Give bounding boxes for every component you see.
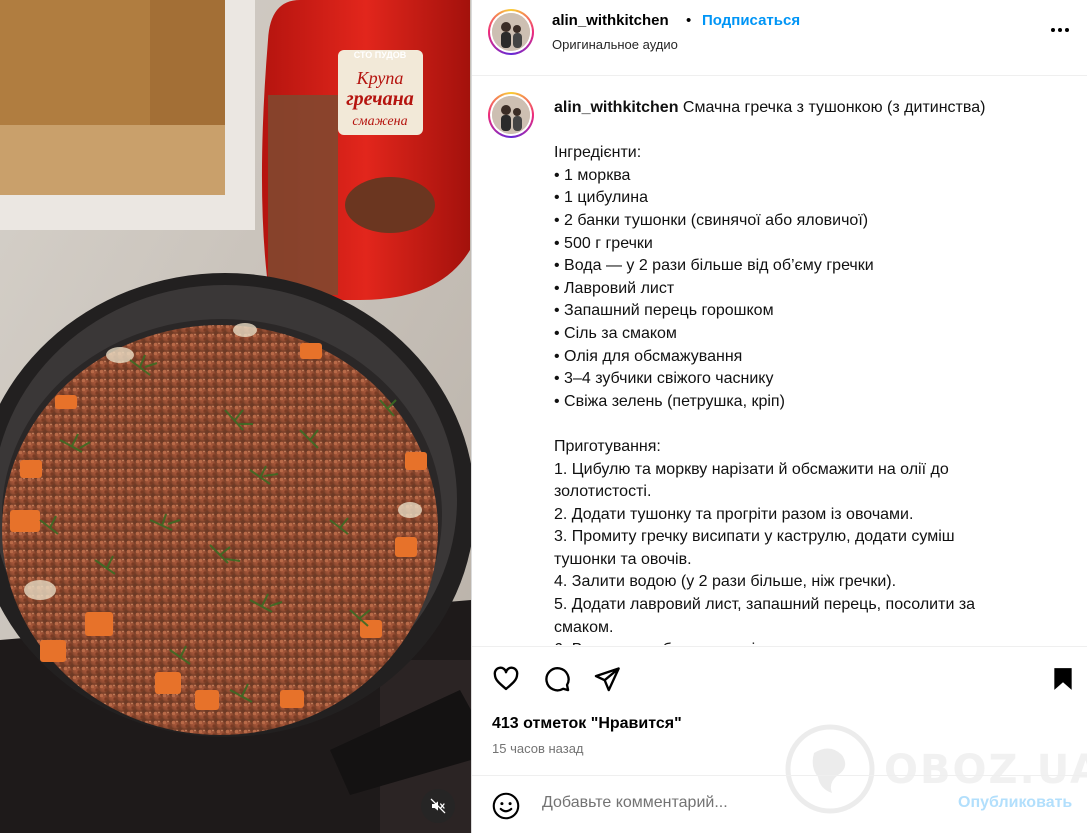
- follow-button[interactable]: Подписаться: [702, 12, 800, 29]
- caption-text: alin_withkitchen Смачна гречка з тушонко…: [554, 97, 1064, 645]
- username-link[interactable]: alin_withkitchen: [552, 12, 669, 29]
- caption-line: [554, 120, 1064, 143]
- caption-area: alin_withkitchen Смачна гречка з тушонко…: [472, 77, 1087, 645]
- caption-line: • 500 г гречки: [554, 234, 653, 252]
- caption-username[interactable]: alin_withkitchen: [554, 99, 678, 116]
- emoji-icon[interactable]: [492, 792, 520, 820]
- caption-line: • 1 цибулина: [554, 189, 648, 207]
- share-button[interactable]: [591, 663, 623, 695]
- caption-line: • Запашний перець горошком: [554, 302, 774, 320]
- caption-line: • 2 банки тушонки (свинячої або яловичої…: [554, 211, 869, 229]
- publish-button[interactable]: Опубликовать: [958, 794, 1072, 812]
- caption-line: 2. Додати тушонку та прогріти разом із о…: [554, 505, 914, 523]
- food-photo: СТО ПУДОВ Крупа гречана смажена: [0, 0, 471, 833]
- caption-line: • Вода — у 2 рази більше від об’єму греч…: [554, 257, 874, 275]
- bag-line2: гречана: [346, 88, 414, 110]
- bookmark-icon: [1054, 668, 1072, 690]
- more-horizontal-icon: [1051, 28, 1069, 32]
- caption-line: 1. Цибулю та моркву нарізати й обсмажити…: [554, 460, 949, 478]
- caption-line: 5. Додати лавровий лист, запашний перець…: [554, 596, 976, 614]
- caption-line: Інгредієнти:: [554, 144, 642, 162]
- caption-title: Смачна гречка з тушонкою (з дитинства): [682, 99, 986, 116]
- mute-button[interactable]: [421, 789, 455, 823]
- bag-line3: смажена: [352, 114, 407, 129]
- comment-button[interactable]: [541, 663, 573, 695]
- caption-body: Інгредієнти: • 1 морква • 1 цибулина • 2 ба…: [554, 120, 1064, 645]
- caption-line: тушонки та овочів.: [554, 550, 692, 568]
- caption-line: • Лавровий лист: [554, 279, 675, 297]
- comment-bar: Опубликовать: [472, 775, 1087, 833]
- separator-dot: •: [686, 12, 692, 29]
- action-section: 413 отметок "Нравится" 15 часов назад OB…: [472, 646, 1087, 832]
- avatar[interactable]: [488, 9, 534, 55]
- profile-photo: [492, 13, 530, 51]
- post-media[interactable]: СТО ПУДОВ Крупа гречана смажена: [0, 0, 471, 833]
- caption-line: 4. Залити водою (у 2 рази більше, ніж гр…: [554, 573, 897, 591]
- caption-line: • 3–4 зубчики свіжого часнику: [554, 370, 774, 388]
- post-header: alin_withkitchen • Подписаться Оригиналь…: [472, 0, 1087, 76]
- caption-line: золотистості.: [554, 483, 652, 501]
- caption-line: смаком.: [554, 618, 614, 636]
- heart-icon: [493, 666, 519, 691]
- post-timestamp[interactable]: 15 часов назад: [492, 741, 584, 756]
- like-button[interactable]: [490, 663, 522, 695]
- bag-brand: СТО ПУДОВ: [354, 50, 407, 60]
- profile-photo: [492, 96, 530, 134]
- comment-icon: [545, 667, 570, 692]
- speaker-muted-icon: [430, 798, 446, 814]
- more-options-button[interactable]: [1046, 16, 1074, 44]
- caption-line: • Сіль за смаком: [554, 324, 677, 342]
- caption-line: • Свіжа зелень (петрушка, кріп): [554, 392, 785, 410]
- send-icon: [594, 667, 620, 692]
- comment-input[interactable]: [542, 788, 942, 818]
- caption-line: 6. В б і: [554, 639, 1064, 645]
- caption-line: [554, 413, 1064, 436]
- caption-line: • 1 морква: [554, 166, 631, 184]
- caption-avatar[interactable]: [488, 92, 534, 138]
- audio-link[interactable]: Оригинальное аудио: [552, 37, 678, 52]
- save-button[interactable]: [1047, 663, 1079, 695]
- likes-count[interactable]: 413 отметок "Нравится": [492, 715, 682, 733]
- post-side-panel: alin_withkitchen • Подписаться Оригиналь…: [471, 0, 1087, 833]
- caption-line: • Олія для обсмажування: [554, 347, 743, 365]
- caption-line: Приготування:: [554, 437, 661, 455]
- bag-line1: Крупа: [356, 68, 404, 88]
- caption-line: 3. Промиту гречку висипати у каструлю, д…: [554, 528, 955, 546]
